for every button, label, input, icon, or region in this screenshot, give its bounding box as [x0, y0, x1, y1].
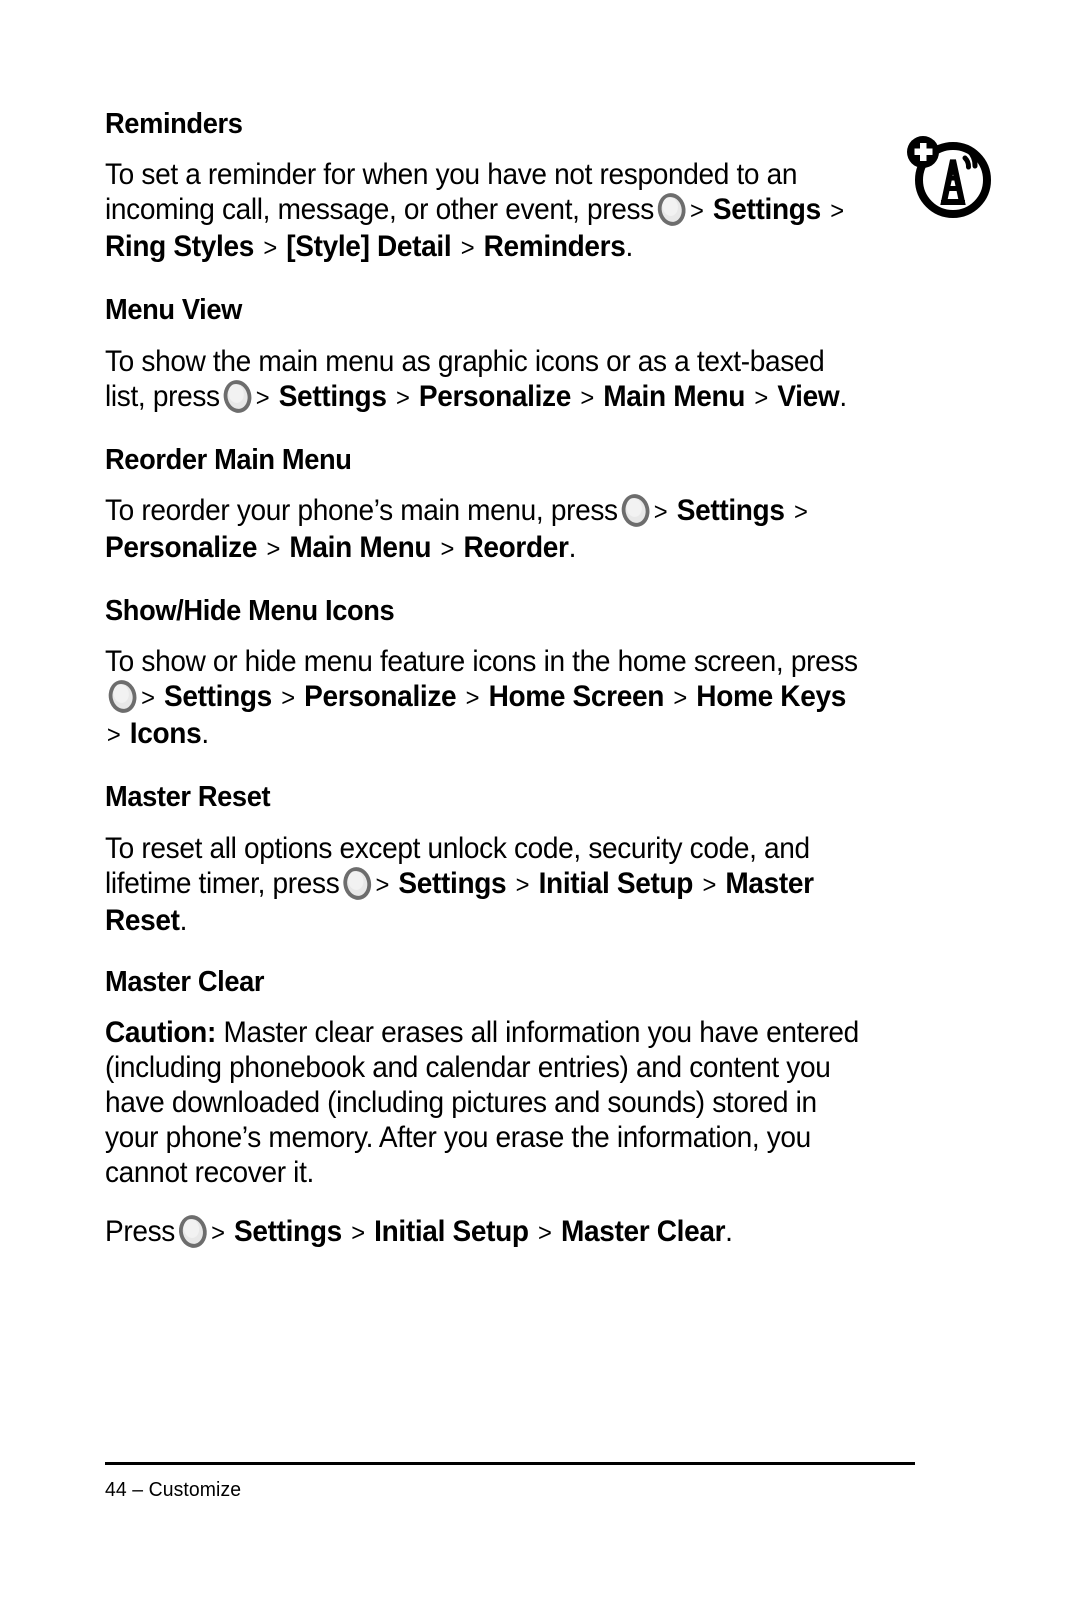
caution-label: Caution:: [105, 1016, 216, 1050]
center-select-key-icon: [622, 494, 650, 527]
sentence-period: .: [839, 379, 847, 413]
path-item-style-detail: [Style] Detail: [286, 230, 452, 264]
sentence-period: .: [625, 230, 633, 264]
path-separator: >: [351, 1219, 365, 1248]
broadcast-tower-add-icon: [897, 126, 993, 222]
sentence-period: .: [725, 1215, 733, 1249]
path-separator: >: [263, 234, 277, 263]
path-item-settings: Settings: [164, 680, 272, 714]
paragraph-master-clear-caution: Caution: Master clear erases all informa…: [105, 1015, 865, 1190]
path-item-settings: Settings: [233, 1215, 342, 1249]
path-item-main-menu: Main Menu: [603, 379, 746, 413]
path-separator: >: [141, 684, 155, 713]
path-separator: >: [653, 498, 668, 527]
paragraph-master-clear-path: Press > Settings > Initial Setup > Master…: [105, 1214, 865, 1251]
path-item-settings: Settings: [712, 193, 821, 227]
sentence-period: .: [568, 531, 577, 565]
path-separator: >: [440, 535, 455, 564]
path-separator: >: [515, 870, 530, 899]
path-item-personalize: Personalize: [418, 379, 571, 413]
path-separator: >: [580, 383, 594, 412]
paragraph-reorder-main-menu: To reorder your phone’s main menu, press…: [105, 493, 865, 567]
heading-master-reset: Master Reset: [105, 781, 271, 814]
path-separator: >: [465, 684, 480, 713]
show-hide-lead: To show or hide menu feature icons in th…: [105, 645, 858, 679]
path-separator: >: [830, 197, 844, 226]
path-separator: >: [255, 383, 270, 412]
heading-menu-view: Menu View: [105, 294, 242, 327]
path-separator: >: [690, 197, 704, 226]
path-separator: >: [375, 870, 390, 899]
paragraph-menu-view: To show the main menu as graphic icons o…: [105, 344, 865, 416]
path-item-ring-styles: Ring Styles: [105, 230, 254, 264]
path-item-main-menu: Main Menu: [289, 531, 432, 565]
path-separator: >: [281, 684, 295, 713]
path-separator: >: [673, 684, 687, 713]
path-separator: >: [754, 383, 768, 412]
path-separator: >: [538, 1219, 552, 1248]
path-item-view: View: [777, 379, 840, 413]
sentence-period: .: [179, 903, 188, 937]
path-item-personalize: Personalize: [304, 680, 457, 714]
path-item-reminders: Reminders: [483, 230, 626, 264]
heading-master-clear: Master Clear: [105, 965, 265, 998]
center-select-key-icon: [658, 193, 686, 226]
paragraph-show-hide-menu-icons: To show or hide menu feature icons in th…: [105, 644, 865, 753]
paragraph-master-reset: To reset all options except unlock code,…: [105, 831, 865, 938]
path-separator: >: [460, 234, 475, 263]
center-select-key-icon: [223, 380, 251, 413]
path-item-settings: Settings: [676, 494, 785, 528]
path-separator: >: [702, 870, 716, 899]
caution-text: Master clear erases all information you …: [105, 1016, 859, 1190]
path-item-initial-setup: Initial Setup: [538, 866, 694, 900]
master-clear-lead: Press: [105, 1215, 175, 1249]
path-item-icons: Icons: [129, 717, 202, 751]
heading-reorder-main-menu: Reorder Main Menu: [105, 443, 352, 476]
path-separator: >: [266, 535, 281, 564]
path-item-home-keys: Home Keys: [696, 680, 846, 714]
path-separator: >: [793, 498, 808, 527]
center-select-key-icon: [109, 680, 137, 713]
path-item-initial-setup: Initial Setup: [374, 1215, 529, 1249]
path-separator: >: [106, 721, 121, 750]
manual-page: Reminders To set a reminder for when you…: [0, 0, 1080, 1622]
path-item-settings: Settings: [398, 866, 507, 900]
paragraph-reminders: To set a reminder for when you have not …: [105, 157, 865, 266]
path-separator: >: [211, 1219, 225, 1248]
path-separator: >: [395, 383, 410, 412]
footer-page-label: 44 – Customize: [105, 1479, 242, 1501]
heading-reminders: Reminders: [105, 108, 243, 140]
heading-show-hide-menu-icons: Show/Hide Menu Icons: [105, 595, 395, 628]
path-item-reorder: Reorder: [463, 531, 569, 565]
center-select-key-icon: [343, 867, 371, 900]
sentence-period: .: [201, 717, 209, 751]
path-item-master-clear: Master Clear: [560, 1215, 726, 1249]
path-item-home-screen: Home Screen: [488, 680, 665, 714]
center-select-key-icon: [179, 1215, 207, 1248]
page-footer: 44 – Customize: [105, 1462, 975, 1503]
path-item-personalize: Personalize: [105, 531, 258, 565]
page-content: Reminders To set a reminder for when you…: [105, 108, 991, 1251]
reorder-lead: To reorder your phone’s main menu, press: [105, 494, 618, 528]
path-item-settings: Settings: [278, 379, 387, 413]
footer-divider: [105, 1462, 915, 1465]
